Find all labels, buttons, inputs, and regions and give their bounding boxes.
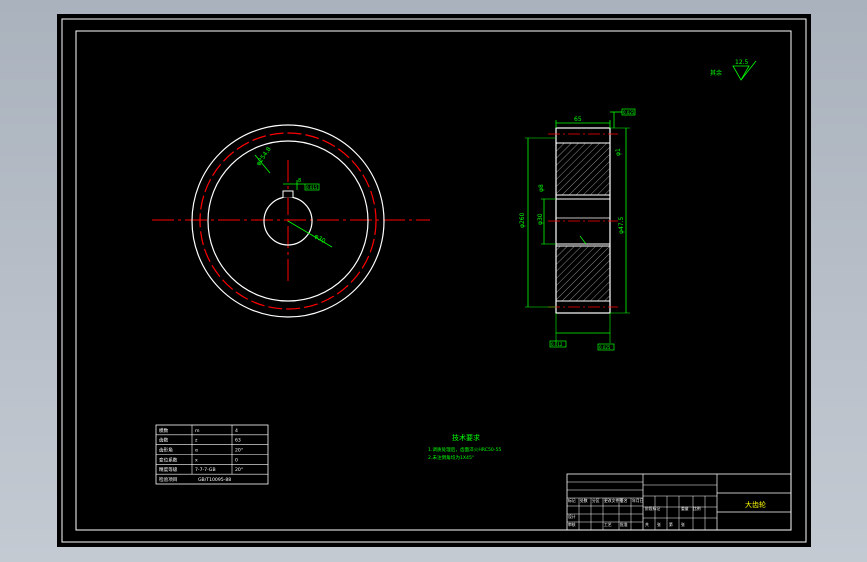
title-block-cell: 处数 [580,498,588,503]
title-block-cell: 张 [657,522,661,527]
param-cell: 齿形角 [159,447,173,454]
param-cell: 精度等级 [159,466,178,473]
keyway-label: 8 [298,178,301,184]
title-block-cell: 重量 [681,506,689,511]
title-block-cell: 张 [681,522,685,527]
title-block-cell: 分区 [592,498,600,503]
param-cell: m [195,429,200,434]
title-block-cell: 审核 [568,522,576,527]
title-block-cell: 共 [645,522,649,527]
param-cell: 模数 [159,427,169,434]
param-cell: 变位系数 [159,456,178,463]
tech-req-line-1: 1.调质处理后，齿面淬火HRC50-55 [428,446,501,453]
right-callout-value: 0.025 [623,110,635,115]
cad-viewport: φ254.8 8 0.015 φ30 65 0.025 φ1 φ47.5 φ26… [0,0,867,562]
param-cell: 20° [235,467,243,473]
upper-hatch-section [555,142,611,196]
right-dim-label-top: φ1 [615,148,622,156]
title-block-cell: 标记 [568,498,576,503]
param-cell: 检验项目 [159,476,177,483]
left-hub-label: φ8 [538,184,545,192]
title-block-cell: 阶段标记 [645,506,660,511]
left-inner-label: φ30 [537,213,544,225]
param-cell: 齿数 [159,437,169,444]
param-cell: 7-7-7-GB [195,467,216,473]
param-cell: α [195,449,198,454]
param-cell: 20° [235,448,243,454]
lower-hatch-section [555,245,611,302]
title-block-cell: 批准 [620,522,628,527]
param-cell: 0 [235,457,238,463]
drawing-sheet: φ254.8 8 0.015 φ30 65 0.025 φ1 φ47.5 φ26… [57,14,811,547]
param-cell: 63 [235,438,241,444]
roughness-prefix: 其余 [710,69,722,77]
title-block-cell: 签名 [620,498,628,503]
param-cell: x [195,458,198,463]
param-cell: 4 [235,428,238,434]
left-outer-label: φ260 [519,212,526,228]
bottom-box-left-value: 0.012 [551,342,563,347]
title-block-cell: 第 [669,522,673,527]
title-block-cell: 设计 [568,514,576,519]
tech-req-title: 技术要求 [452,433,480,442]
drawing-canvas [57,14,811,547]
top-width-label: 65 [574,116,582,123]
part-name: 大齿轮 [745,500,766,509]
title-block-cell: 比例 [693,506,701,511]
keyway [282,190,294,198]
bottom-box-right-value: 0.025 [599,345,611,350]
right-dim-label-mid: φ47.5 [618,217,625,235]
title-block-cell: 工艺 [604,522,612,527]
roughness-value: 12.5 [735,59,749,66]
keyway-tolerance: 0.015 [306,185,318,190]
title-block-cell: 年月日 [632,498,644,503]
param-cell: GB/T10095-88 [198,477,231,483]
tech-req-line-2: 2.未注倒角均为1X45° [428,454,474,461]
